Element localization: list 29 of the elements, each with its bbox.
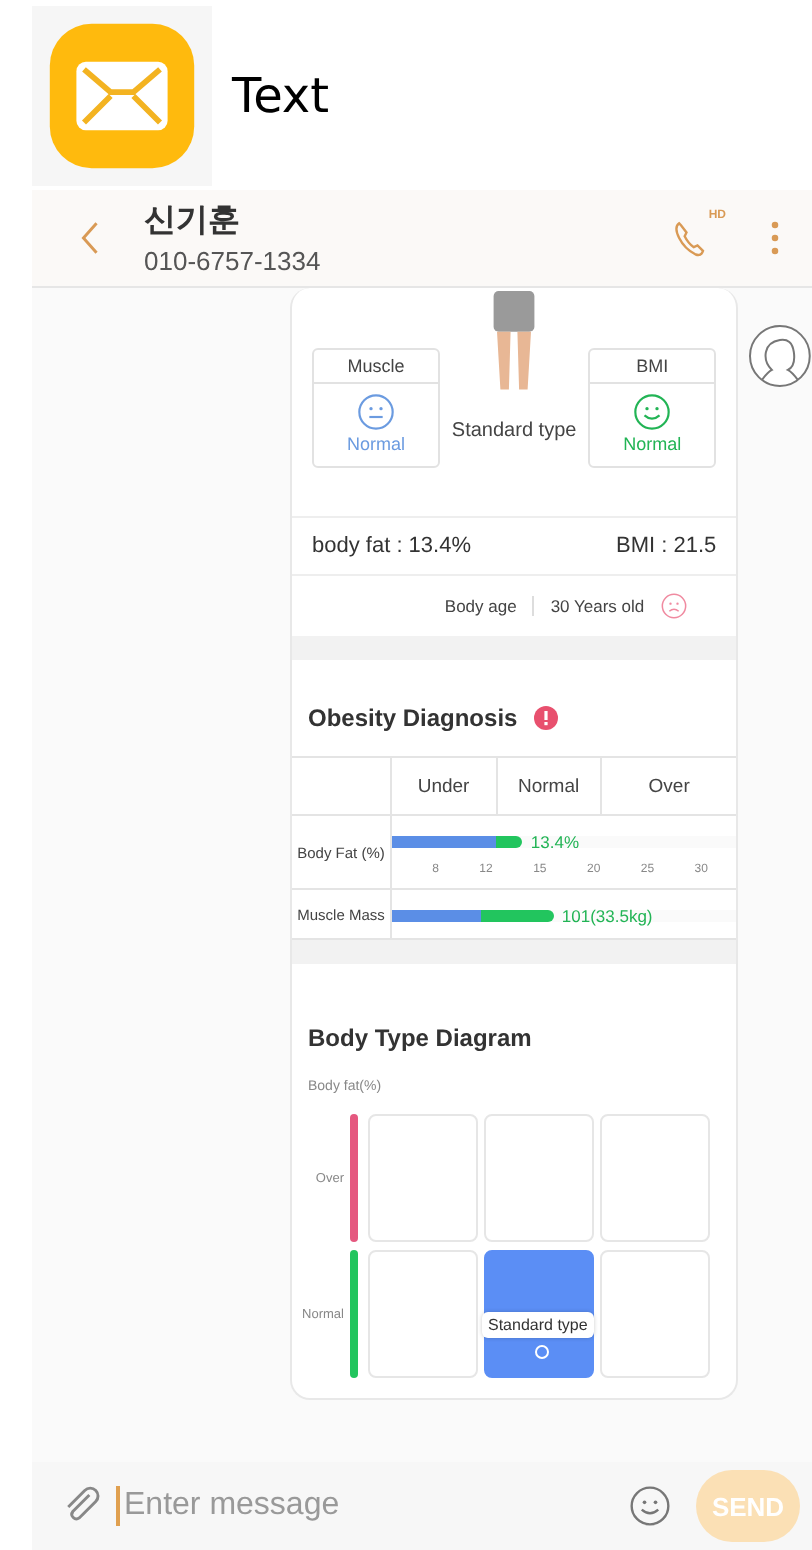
bmi-value: BMI : 21.5: [615, 534, 717, 558]
indicator-label: BMI: [590, 350, 715, 384]
indicator-label: Muscle: [314, 350, 438, 384]
point-marker-icon: [534, 1344, 550, 1360]
contact-name: 신기훈: [144, 200, 242, 242]
body-type-label: Standard type: [451, 420, 577, 442]
column-header: Under: [392, 758, 498, 814]
send-button[interactable]: SEND: [696, 1470, 800, 1542]
envelope-app-icon: [46, 19, 198, 171]
body-age-value: 30 Years old: [532, 596, 645, 616]
column-header: Normal: [497, 758, 603, 814]
bar-reading: 101(33.5kg): [561, 906, 653, 926]
more-options-icon[interactable]: [770, 220, 780, 256]
emoji-icon[interactable]: [628, 1484, 672, 1528]
app-label: Text: [232, 67, 330, 123]
section-title: Obesity Diagnosis: [308, 704, 518, 732]
alert-icon: [533, 706, 558, 730]
back-icon[interactable]: [80, 220, 100, 256]
report-image[interactable]: [290, 288, 739, 1400]
message-field[interactable]: Enter message: [116, 1486, 616, 1526]
section-title: Body Type Diagram: [308, 1024, 532, 1052]
tooltip: Standard type: [482, 1312, 594, 1338]
indicator-status: Normal: [346, 434, 405, 454]
indicator-status: Normal: [623, 434, 682, 454]
contact-number: 010-6757-1334: [144, 246, 323, 276]
bar-reading: 13.4%: [530, 832, 580, 852]
column-header: Over: [646, 773, 692, 801]
body-fat-value: body fat : 13.4%: [312, 534, 471, 558]
body-age-label: Body age: [444, 596, 517, 616]
